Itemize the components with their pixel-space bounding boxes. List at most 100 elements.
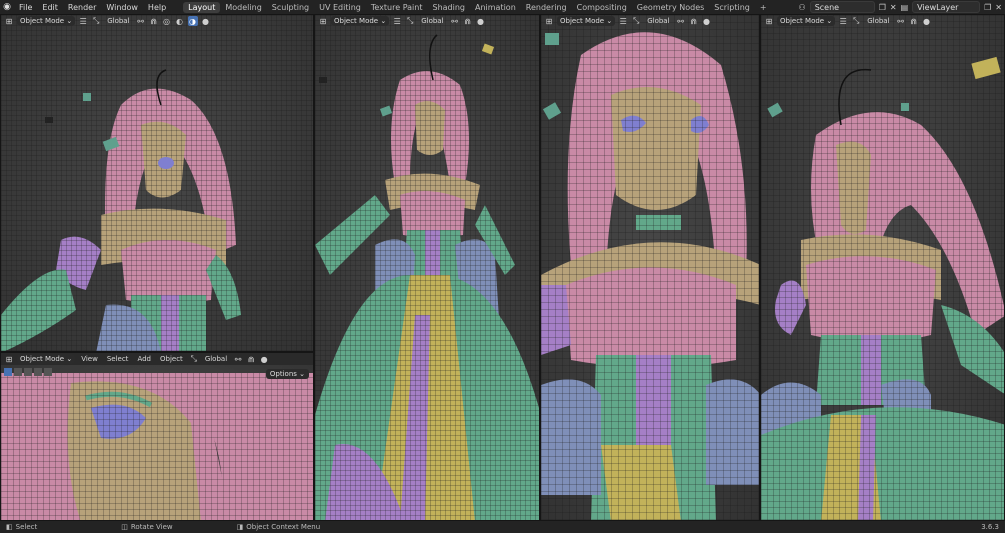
select-box-icon[interactable] bbox=[4, 368, 12, 376]
tab-shading[interactable]: Shading bbox=[427, 2, 470, 13]
blender-logo-icon[interactable]: ◉ bbox=[0, 0, 14, 14]
snap-icon[interactable]: ⋒ bbox=[463, 16, 473, 26]
editor-type-icon[interactable]: ⊞ bbox=[544, 16, 554, 26]
shading-icon[interactable]: ● bbox=[201, 16, 211, 26]
snap-icon[interactable]: ⋒ bbox=[909, 16, 919, 26]
mode-new-icon[interactable] bbox=[14, 368, 22, 376]
viewport-1-header: ⊞ Object Mode ⌄ ☰ ⤡ Global ⚯ ⋒ ◎ ◐ ◑ ● bbox=[1, 15, 313, 27]
overlay-icon[interactable]: ◐ bbox=[175, 16, 185, 26]
editor-type-icon[interactable]: ⊞ bbox=[764, 16, 774, 26]
menu-object[interactable]: Object bbox=[157, 355, 186, 363]
viewport-2[interactable]: ⊞ Object Mode ⌄ ☰ ⤡ Global ⚯ ⋒ ● bbox=[314, 14, 540, 521]
shading-icon[interactable]: ● bbox=[259, 354, 269, 364]
pivot-icon[interactable]: ⚯ bbox=[450, 16, 460, 26]
scene-field[interactable]: Scene bbox=[809, 1, 875, 13]
shading-icon[interactable]: ● bbox=[922, 16, 932, 26]
orientation-select[interactable]: Global bbox=[202, 355, 230, 363]
pivot-icon[interactable]: ⚯ bbox=[896, 16, 906, 26]
tool-row bbox=[4, 368, 52, 376]
tab-scripting[interactable]: Scripting bbox=[709, 2, 755, 13]
editor-type-icon[interactable]: ⊞ bbox=[4, 354, 14, 364]
snap-icon[interactable]: ⋒ bbox=[246, 354, 256, 364]
tab-layout[interactable]: Layout bbox=[183, 1, 221, 13]
menu-render[interactable]: Render bbox=[63, 3, 101, 12]
viewport-1[interactable]: ⊞ Object Mode ⌄ ☰ ⤡ Global ⚯ ⋒ ◎ ◐ ◑ ● bbox=[0, 14, 314, 352]
mode-select[interactable]: Object Mode ⌄ bbox=[557, 16, 616, 26]
menu-add[interactable]: Add bbox=[134, 355, 154, 363]
options-button[interactable]: Options ⌄ bbox=[265, 369, 309, 379]
delete-view-layer-icon[interactable]: ✕ bbox=[995, 3, 1002, 12]
menu-view[interactable]: View bbox=[78, 355, 101, 363]
tab-animation[interactable]: Animation bbox=[470, 2, 521, 13]
mode-invert-icon[interactable] bbox=[44, 368, 52, 376]
viewport-2-header: ⊞ Object Mode ⌄ ☰ ⤡ Global ⚯ ⋒ ● bbox=[315, 15, 539, 27]
pivot-icon[interactable]: ⚯ bbox=[676, 16, 686, 26]
character-mesh-view-1 bbox=[1, 15, 313, 351]
menu-icon[interactable]: ☰ bbox=[78, 16, 88, 26]
mode-subtract-icon[interactable] bbox=[34, 368, 42, 376]
scene-selector: ⚇ Scene ❐ ✕ ▤ ViewLayer ❐ ✕ bbox=[799, 1, 1005, 13]
tab-geometry-nodes[interactable]: Geometry Nodes bbox=[632, 2, 709, 13]
orientation-select[interactable]: Global bbox=[418, 17, 446, 25]
version-label: 3.6.3 bbox=[981, 523, 999, 531]
mode-extend-icon[interactable] bbox=[24, 368, 32, 376]
mode-select[interactable]: Object Mode ⌄ bbox=[17, 354, 76, 364]
character-mesh-view-4 bbox=[761, 15, 1004, 520]
mouse-right-icon: ◨ bbox=[236, 523, 244, 531]
shading-icon[interactable]: ● bbox=[476, 16, 486, 26]
mode-select[interactable]: Object Mode ⌄ bbox=[17, 16, 76, 26]
menu-window[interactable]: Window bbox=[101, 3, 143, 12]
delete-scene-icon[interactable]: ✕ bbox=[890, 3, 897, 12]
add-workspace-button[interactable]: + bbox=[755, 2, 772, 13]
mode-select[interactable]: Object Mode ⌄ bbox=[331, 16, 390, 26]
tab-modeling[interactable]: Modeling bbox=[220, 2, 266, 13]
tab-texture-paint[interactable]: Texture Paint bbox=[366, 2, 428, 13]
tab-rendering[interactable]: Rendering bbox=[521, 2, 572, 13]
top-bar: ◉ File Edit Render Window Help Layout Mo… bbox=[0, 0, 1005, 14]
transform-orientation-icon: ⤡ bbox=[853, 16, 860, 25]
viewport-4-header: ⊞ Object Mode ⌄ ☰ ⤡ Global ⚯ ⋒ ● bbox=[761, 15, 1004, 27]
pivot-icon[interactable]: ⚯ bbox=[233, 354, 243, 364]
tab-sculpting[interactable]: Sculpting bbox=[267, 2, 314, 13]
transform-orientation-icon: ⤡ bbox=[633, 16, 640, 25]
main-menu: File Edit Render Window Help bbox=[14, 3, 171, 12]
pivot-icon[interactable]: ⚯ bbox=[136, 16, 146, 26]
menu-icon[interactable]: ☰ bbox=[392, 16, 402, 26]
new-scene-icon[interactable]: ❐ bbox=[879, 3, 886, 12]
menu-edit[interactable]: Edit bbox=[37, 3, 63, 12]
new-view-layer-icon[interactable]: ❐ bbox=[984, 3, 991, 12]
status-bar: ◧ Select ◫ Rotate View ◨ Object Context … bbox=[0, 521, 1005, 533]
mode-select[interactable]: Object Mode ⌄ bbox=[777, 16, 836, 26]
viewport-4[interactable]: ⊞ Object Mode ⌄ ☰ ⤡ Global ⚯ ⋒ ● bbox=[760, 14, 1005, 521]
viewport-3[interactable]: ⊞ Object Mode ⌄ ☰ ⤡ Global ⚯ ⋒ ● bbox=[540, 14, 760, 521]
transform-orientation-icon: ⤡ bbox=[93, 16, 100, 25]
xray-icon[interactable]: ◑ bbox=[187, 16, 198, 26]
snap-icon[interactable]: ⋒ bbox=[149, 16, 159, 26]
viewport-bottom-left[interactable]: ⊞ Object Mode ⌄ View Select Add Object ⤡… bbox=[0, 352, 314, 521]
transform-orientation-icon: ⤡ bbox=[407, 16, 414, 25]
menu-select[interactable]: Select bbox=[104, 355, 132, 363]
shading-icon[interactable]: ● bbox=[702, 16, 712, 26]
view-layer-icon: ▤ bbox=[900, 2, 909, 12]
editor-type-icon[interactable]: ⊞ bbox=[4, 16, 14, 26]
mouse-left-icon: ◧ bbox=[6, 523, 13, 531]
mouse-middle-icon: ◫ bbox=[121, 523, 128, 531]
transform-orientation-icon: ⤡ bbox=[190, 354, 198, 363]
tab-compositing[interactable]: Compositing bbox=[572, 2, 632, 13]
proportional-icon[interactable]: ◎ bbox=[162, 16, 172, 26]
snap-icon[interactable]: ⋒ bbox=[689, 16, 699, 26]
menu-help[interactable]: Help bbox=[143, 3, 171, 12]
menu-icon[interactable]: ☰ bbox=[618, 16, 628, 26]
menu-file[interactable]: File bbox=[14, 3, 37, 12]
editor-type-icon[interactable]: ⊞ bbox=[318, 16, 328, 26]
orientation-select[interactable]: Global bbox=[644, 17, 672, 25]
orientation-select[interactable]: Global bbox=[104, 17, 132, 25]
view-layer-field[interactable]: ViewLayer bbox=[912, 1, 981, 13]
status-context-menu: ◨ Object Context Menu bbox=[236, 523, 321, 531]
workspace-tabs: Layout Modeling Sculpting UV Editing Tex… bbox=[183, 1, 772, 13]
character-mesh-view-3 bbox=[541, 15, 759, 520]
orientation-select[interactable]: Global bbox=[864, 17, 892, 25]
tab-uv-editing[interactable]: UV Editing bbox=[314, 2, 366, 13]
menu-icon[interactable]: ☰ bbox=[838, 16, 848, 26]
viewport-bottom-left-header: ⊞ Object Mode ⌄ View Select Add Object ⤡… bbox=[1, 353, 313, 365]
